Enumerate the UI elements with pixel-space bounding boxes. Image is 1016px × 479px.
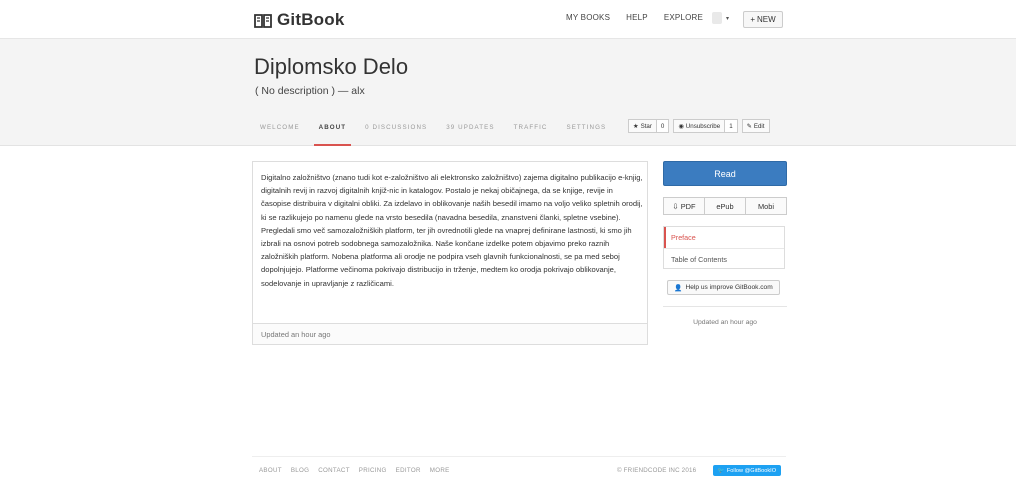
avatar [712,12,722,24]
improve-gitbook-button[interactable]: 👤 Help us improve GitBook.com [667,280,780,295]
new-button[interactable]: + NEW [743,11,783,28]
edit-button[interactable]: ✎ Edit [741,119,770,133]
follow-label: Follow @GitBookIO [726,467,777,474]
top-navbar: GitBook MY BOOKS HELP EXPLORE ▾ + NEW [0,0,1016,38]
chevron-down-icon: ▾ [726,15,730,22]
toc-item-preface[interactable]: Preface [664,227,784,248]
star-button[interactable]: ★ Star [628,119,657,133]
sidebar-divider [663,306,787,307]
footer-link-about[interactable]: ABOUT [259,467,282,474]
footer-links: ABOUT BLOG CONTACT PRICING EDITOR MORE [259,467,450,474]
edit-label: Edit [753,122,765,130]
book-title: Diplomsko Delo [254,54,409,79]
toc-item-table-of-contents[interactable]: Table of Contents [664,248,784,269]
footer-link-blog[interactable]: BLOG [291,467,309,474]
footer-link-pricing[interactable]: PRICING [359,467,387,474]
star-group: ★ Star 0 [628,119,670,133]
star-count: 0 [656,119,670,133]
twitter-icon: 🐦 [717,467,725,474]
twitter-follow-button[interactable]: 🐦 Follow @GitBookIO [713,465,781,476]
sidebar-updated: Updated an hour ago [693,319,757,326]
nav-explore[interactable]: EXPLORE [664,13,703,22]
user-icon: 👤 [674,284,683,292]
tab-welcome[interactable]: WELCOME [260,124,300,131]
nav-links: MY BOOKS HELP EXPLORE [566,13,703,22]
book-actions: ★ Star 0 ◉ Unsubscribe 1 ✎ Edit [628,119,770,133]
download-mobi-button[interactable]: Mobi [746,197,787,215]
description-panel: Digitalno založništvo (znano tudi kot e-… [252,161,648,345]
new-button-label: NEW [757,15,776,24]
table-of-contents: Preface Table of Contents [663,226,785,269]
tab-traffic[interactable]: TRAFFIC [514,124,548,131]
tab-settings[interactable]: SETTINGS [566,124,606,131]
user-menu[interactable]: ▾ [712,12,729,24]
footer-divider [252,456,786,457]
download-formats: ⇩ PDF ePub Mobi [663,197,787,215]
tab-updates[interactable]: 39 UPDATES [446,124,494,131]
book-subtitle: ( No description ) — alx [255,85,365,97]
book-icon [254,13,272,28]
copyright: © FRIENDCODE INC 2016 [617,467,697,474]
improve-label: Help us improve GitBook.com [685,284,773,291]
tab-about[interactable]: ABOUT [313,124,351,146]
subscribe-count: 1 [725,119,738,133]
book-description: Digitalno založništvo (znano tudi kot e-… [261,173,643,288]
brand-name: GitBook [277,10,345,29]
star-label: Star [640,122,652,130]
subscribe-group: ◉ Unsubscribe 1 [673,119,738,133]
footer-link-more[interactable]: MORE [430,467,450,474]
book-header: Diplomsko Delo ( No description ) — alx … [0,38,1016,146]
read-button[interactable]: Read [663,161,787,186]
star-icon: ★ [633,122,639,130]
nav-my-books[interactable]: MY BOOKS [566,13,610,22]
nav-help[interactable]: HELP [626,13,648,22]
footer-link-contact[interactable]: CONTACT [318,467,350,474]
tab-discussions[interactable]: 0 DISCUSSIONS [365,124,427,131]
pencil-icon: ✎ [746,122,752,130]
description-updated: Updated an hour ago [253,323,647,344]
pdf-label: PDF [680,201,696,211]
download-icon: ⇩ [672,201,679,211]
download-epub-button[interactable]: ePub [705,197,746,215]
book-tabs: WELCOME ABOUT 0 DISCUSSIONS 39 UPDATES T… [260,124,625,146]
download-pdf-button[interactable]: ⇩ PDF [663,197,705,215]
unsubscribe-label: Unsubscribe [685,122,721,130]
plus-icon: + [750,15,755,24]
eye-icon: ◉ [678,122,684,130]
unsubscribe-button[interactable]: ◉ Unsubscribe [673,119,726,133]
gitbook-logo[interactable]: GitBook [254,10,345,30]
footer-link-editor[interactable]: EDITOR [396,467,421,474]
